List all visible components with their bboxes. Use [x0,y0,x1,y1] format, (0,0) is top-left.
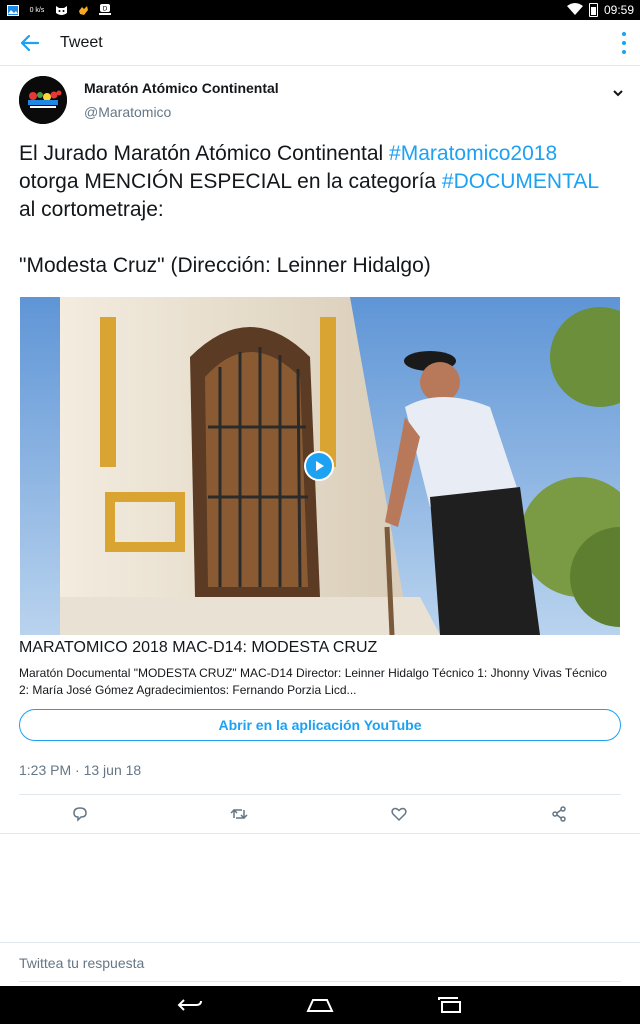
back-button[interactable] [0,20,60,66]
reply-bar: Twittea tu respuesta [0,942,640,986]
like-button[interactable] [387,802,411,826]
clock: 09:59 [603,3,634,17]
video-thumbnail[interactable] [20,297,620,635]
retweet-icon [230,808,248,820]
reply-icon [73,807,87,822]
tweet-actions [0,802,640,828]
app-icon: D [98,4,112,16]
reply-input[interactable]: Twittea tu respuesta [19,955,144,971]
status-bar: 0 k/s D 09:59 [0,0,640,20]
chevron-down-icon[interactable] [612,84,624,102]
tweet-body: El Jurado Maratón Atómico Continental #M… [19,140,620,224]
open-youtube-button[interactable]: Abrir en la aplicación YouTube [19,709,621,741]
maratomico-logo [19,76,67,124]
tweet-text-segment: otorga MENCIÓN ESPECIAL en la categoría [19,170,442,193]
arrow-left-icon [21,34,39,51]
back-icon [177,999,202,1011]
hashtag-link[interactable]: #DOCUMENTAL [442,170,598,193]
play-icon [316,461,324,471]
card-description: Maratón Documental "MODESTA CRUZ" MAC-D1… [19,666,607,697]
share-icon [552,806,566,822]
reply-underline [19,981,621,982]
tweet-text: El Jurado Maratón Atómico Continental #M… [0,134,640,280]
battery-icon [588,3,598,17]
tweet: Maratón Atómico Continental @Maratomico … [0,66,640,280]
more-options-icon[interactable] [620,32,628,54]
card-title[interactable]: MARATOMICO 2018 MAC-D14: MODESTA CRUZ [19,639,377,657]
cat-icon [54,4,68,16]
divider [19,794,621,795]
recents-icon [438,997,461,1013]
svg-text:D: D [103,6,108,13]
tweet-text-segment: al cortometraje: [19,198,164,221]
tweet-timestamp: 1:23 PM · 13 jun 18 [19,762,142,778]
data-speed-icon: 0 k/s [29,6,45,14]
tweet-quote: "Modesta Cruz" (Dirección: Leinner Hidal… [19,254,431,277]
avatar[interactable] [19,76,67,124]
notification-icons: 0 k/s D [6,4,112,16]
retweet-button[interactable] [227,802,251,826]
hand-icon [76,4,90,16]
author-name[interactable]: Maratón Atómico Continental [84,80,279,96]
hashtag-link[interactable]: #Maratomico2018 [389,142,557,165]
tweet-author: Maratón Atómico Continental @Maratomico [0,66,640,134]
nav-home-button[interactable] [304,994,336,1016]
system-nav-bar [0,986,640,1024]
nav-back-button[interactable] [174,994,206,1016]
share-button[interactable] [547,802,571,826]
system-icons: 09:59 [566,2,634,18]
author-handle[interactable]: @Maratomico [84,104,171,120]
home-icon [306,999,334,1012]
reply-button[interactable] [68,802,92,826]
nav-recents-button[interactable] [434,994,466,1016]
divider [0,833,640,834]
page-title: Tweet [60,33,103,51]
wifi-icon [566,2,583,18]
play-button[interactable] [304,451,334,481]
heart-icon [391,807,407,822]
app-header: Tweet [0,20,640,66]
tweet-text-segment: El Jurado Maratón Atómico Continental [19,142,390,165]
gallery-icon [6,4,20,16]
